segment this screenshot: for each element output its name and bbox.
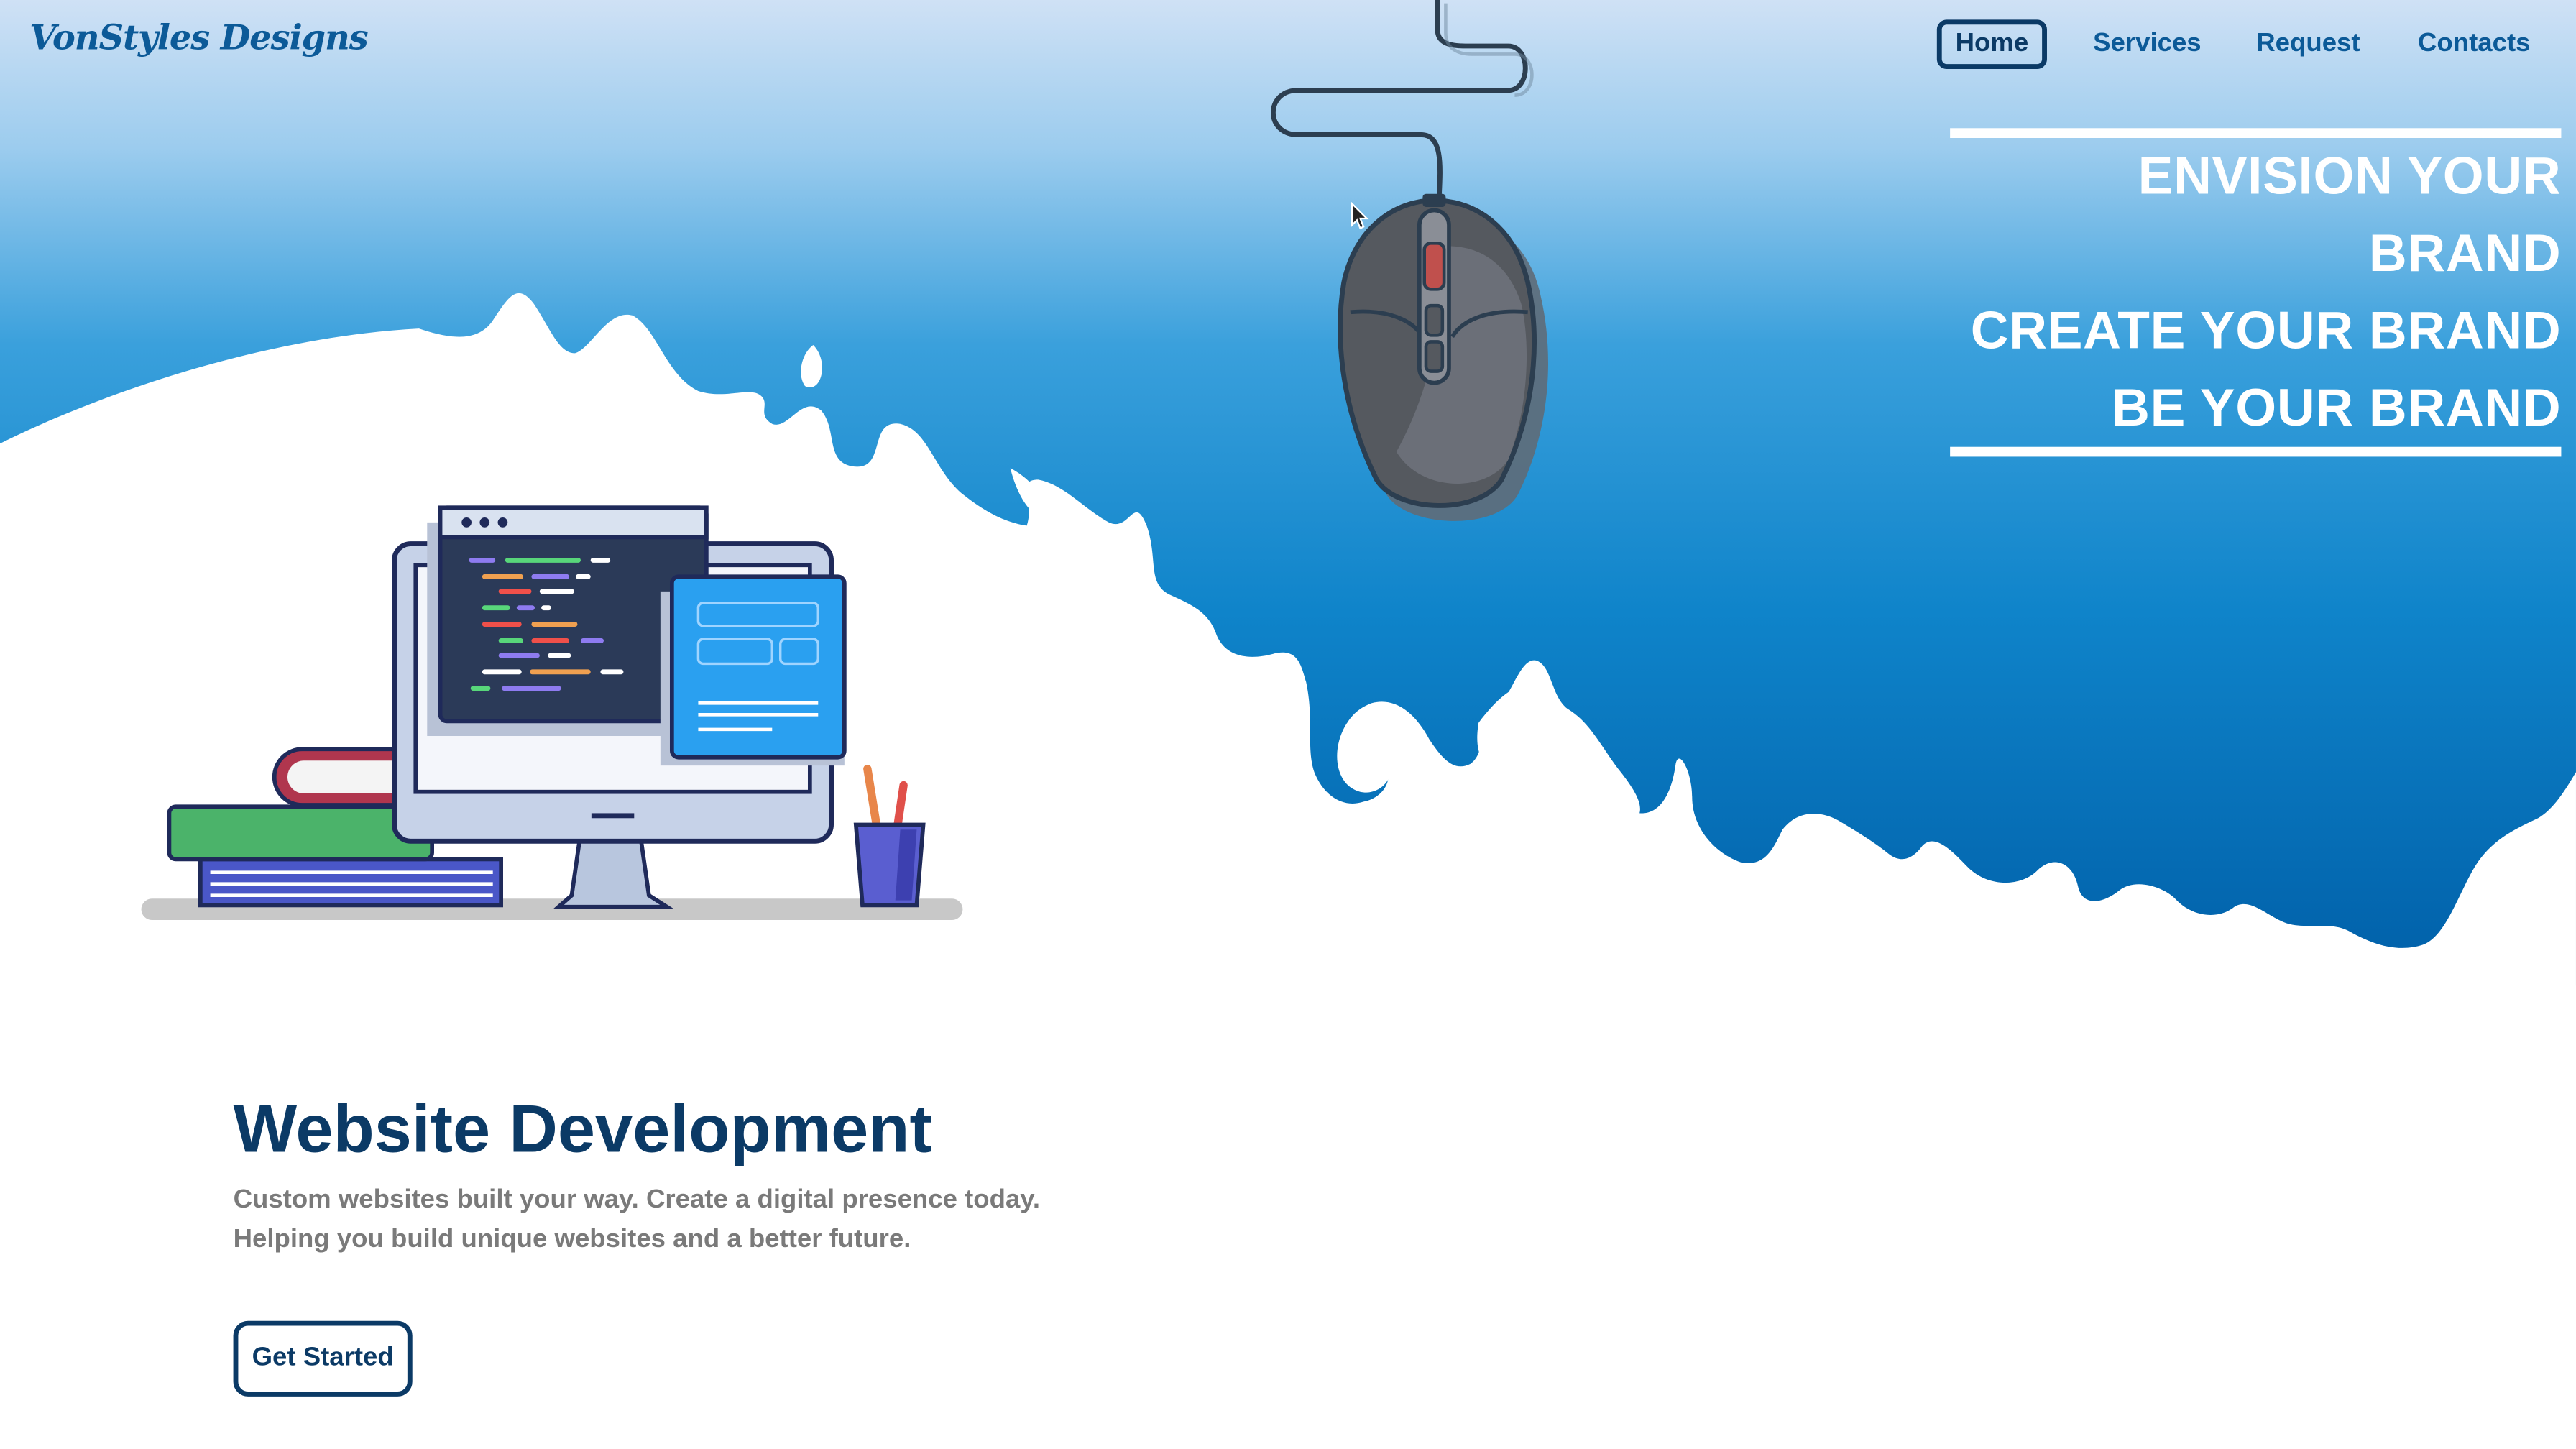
get-started-button[interactable]: Get Started bbox=[233, 1320, 413, 1397]
hero-subtitle: Custom websites built your way. Create a… bbox=[234, 1181, 1252, 1260]
hero-tagline: ENVISION YOUR BRAND CREATE YOUR BRAND BE… bbox=[1950, 128, 2562, 457]
subtitle-line: Custom websites built your way. Create a… bbox=[233, 1186, 1041, 1215]
nav-services-link[interactable]: Services bbox=[2080, 19, 2214, 69]
subtitle-line: Helping you build unique websites and a … bbox=[233, 1225, 911, 1254]
tagline-line: ENVISION YOUR BRAND bbox=[2138, 146, 2562, 283]
mouse-illustration bbox=[1271, 0, 1549, 521]
nav-home-link[interactable]: Home bbox=[1936, 19, 2047, 69]
tagline-line: CREATE YOUR BRAND bbox=[1970, 300, 2562, 360]
tagline-bottom-rule bbox=[1950, 446, 2562, 457]
cursor-icon bbox=[1351, 202, 1369, 230]
nav-contacts-link[interactable]: Contacts bbox=[2405, 19, 2543, 69]
tagline-top-rule bbox=[1950, 128, 2562, 138]
page-title: Website Development bbox=[233, 1090, 932, 1167]
page: VonStyles Designs Home Services Request … bbox=[0, 0, 2576, 1449]
tagline-line: BE YOUR BRAND bbox=[2112, 377, 2562, 437]
nav-request-link[interactable]: Request bbox=[2246, 19, 2371, 69]
computer-illustration bbox=[141, 505, 963, 920]
